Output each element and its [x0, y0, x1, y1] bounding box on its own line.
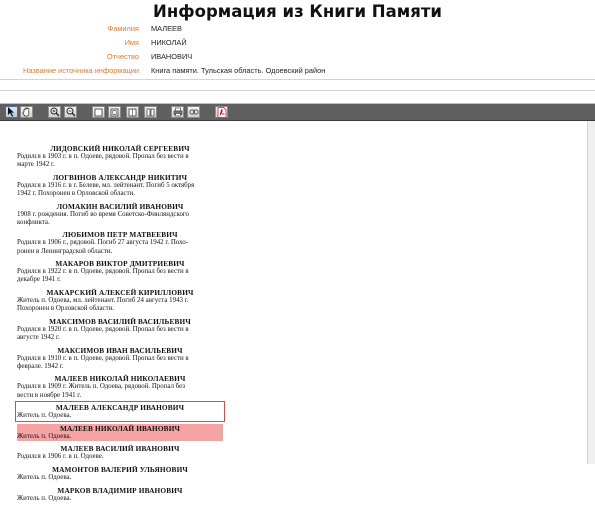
- entry-text: Житель п. Одоева.: [17, 412, 72, 420]
- zoom-out-button[interactable]: [64, 106, 77, 118]
- meta-label-surname: Фамилия: [107, 24, 139, 33]
- list-item: ЛИДОВСКИЙ НИКОЛАЙ СЕРГЕЕВИЧ Родился в 19…: [17, 144, 223, 169]
- entry-name: МАРКОВ ВЛАДИМИР ИВАНОВИЧ: [57, 485, 183, 495]
- entry-name: ЛЮБИМОВ ПЕТР МАТВЕЕВИЧ: [62, 230, 178, 240]
- entry-name: МАЛЕЕВ НИКОЛАЙ НИКОЛАЕВИЧ: [54, 374, 186, 384]
- meta-value-source: Книга памяти. Тульская область. Одоевски…: [151, 66, 326, 75]
- entry-text: Родился в 1916 г. в г. Белеве, мл. лейте…: [17, 181, 195, 197]
- vertical-scrollbar[interactable]: [587, 121, 595, 464]
- list-item: МАКСИМОВ ВАСИЛИЙ ВАСИЛЬЕВИЧ Родился в 19…: [17, 317, 223, 342]
- meta-row-source: Название источника информации Книга памя…: [0, 66, 595, 80]
- page-title: Информация из Книги Памяти: [153, 2, 442, 21]
- hand-tool-button[interactable]: [20, 106, 33, 118]
- pdf-button[interactable]: [215, 106, 228, 118]
- fit-width-icon: [110, 108, 119, 116]
- entry-text: Родился в 1910 г. в п. Одоеве, рядовой. …: [17, 354, 189, 370]
- entry-name: ЛОМАКИН ВАСИЛИЙ ИВАНОВИЧ: [56, 201, 184, 211]
- entry-name: МАКСИМОВ ИВАН ВАСИЛЬЕВИЧ: [57, 345, 183, 355]
- list-item: МАЛЕЕВ НИКОЛАЙ НИКОЛАЕВИЧ Родился в 1909…: [17, 374, 223, 399]
- single-page-button[interactable]: [92, 106, 105, 118]
- meta-row-surname: Фамилия МАЛЕЕВ: [0, 24, 595, 38]
- zoom-out-icon: [66, 107, 75, 117]
- list-item-highlighted: МАЛЕЕВ АЛЕКСАНДР ИВАНОВИЧ Житель п. Одое…: [15, 401, 225, 423]
- document-page: ЛИДОВСКИЙ НИКОЛАЙ СЕРГЕЕВИЧ Родился в 19…: [15, 144, 225, 506]
- link-button[interactable]: [187, 106, 200, 118]
- entry-name: МАКАРСКИЙ АЛЕКСЕЙ КИРИЛЛОВИЧ: [46, 287, 194, 297]
- entry-name: МАЛЕЕВ АЛЕКСАНДР ИВАНОВИЧ: [55, 403, 185, 413]
- hand-icon: [21, 107, 29, 117]
- meta-row-name: Имя НИКОЛАЙ: [0, 38, 595, 52]
- viewer-toolbar: [0, 104, 595, 121]
- zoom-in-button[interactable]: [48, 106, 61, 118]
- list-item: МАРКОВ ВЛАДИМИР ИВАНОВИЧ Житель п. Одоев…: [17, 486, 223, 503]
- link-icon: [188, 109, 199, 115]
- printer-icon: [173, 107, 182, 117]
- entry-text: Родился в 1922 г. в п. Одоеве, рядовой. …: [17, 268, 189, 284]
- two-page-icon: [128, 108, 137, 116]
- record-meta: Фамилия МАЛЕЕВ Имя НИКОЛАЙ Отчество ИВАН…: [0, 24, 595, 80]
- single-page-icon: [94, 108, 103, 116]
- list-item: МАКАРОВ ВИКТОР ДМИТРИЕВИЧ Родился в 1922…: [17, 259, 223, 284]
- select-tool-button[interactable]: [5, 106, 18, 118]
- two-page-button[interactable]: [126, 106, 139, 118]
- list-item: ЛОМАКИН ВАСИЛИЙ ИВАНОВИЧ 1908 г. рождени…: [17, 202, 223, 227]
- list-item: МАКСИМОВ ИВАН ВАСИЛЬЕВИЧ Родился в 1910 …: [17, 346, 223, 371]
- list-item: МАЛЕЕВ ВАСИЛИЙ ИВАНОВИЧ Родился в 1906 г…: [17, 444, 223, 461]
- zoom-in-icon: [50, 107, 59, 117]
- meta-label-name: Имя: [124, 38, 139, 47]
- entry-text: 1908 г. рождения. Погиб во время Советск…: [17, 210, 190, 226]
- entry-name: МАЛЕЕВ НИКОЛАЙ ИВАНОВИЧ: [59, 423, 181, 433]
- list-item: ЛЮБИМОВ ПЕТР МАТВЕЕВИЧ Родился в 1906 г.…: [17, 230, 223, 255]
- meta-value-surname: МАЛЕЕВ: [151, 24, 182, 33]
- entry-name: МАКСИМОВ ВАСИЛИЙ ВАСИЛЬЕВИЧ: [49, 316, 191, 326]
- list-item-selected: МАЛЕЕВ НИКОЛАЙ ИВАНОВИЧ Житель п. Одоева…: [17, 423, 223, 441]
- cursor-icon: [8, 107, 14, 117]
- entry-text: Житель п. Одоева.: [17, 432, 72, 440]
- list-item: ЛОГВИНОВ АЛЕКСАНДР НИКИТИЧ Родился в 191…: [17, 173, 223, 198]
- entry-text: Житель п. Одоева, мл. лейтенант. Погиб 2…: [17, 296, 189, 313]
- book-view-button[interactable]: [144, 106, 157, 118]
- meta-value-patronymic: ИВАНОВИЧ: [151, 52, 193, 61]
- meta-label-source: Название источника информации: [23, 66, 139, 75]
- entry-text: Житель п. Одоева.: [17, 494, 72, 502]
- entry-text: Родился в 1920 г. в п. Одоеве, рядовой. …: [17, 325, 189, 341]
- print-button[interactable]: [171, 106, 184, 118]
- entry-name: МАКАРОВ ВИКТОР ДМИТРИЕВИЧ: [55, 259, 185, 269]
- pdf-icon: [217, 106, 226, 118]
- fit-width-button[interactable]: [108, 106, 121, 118]
- divider-line: [0, 90, 595, 91]
- list-item: МАМОНТОВ ВАЛЕРИЙ УЛЬЯНОВИЧ Житель п. Одо…: [17, 465, 223, 482]
- entry-name: МАЛЕЕВ ВАСИЛИЙ ИВАНОВИЧ: [60, 444, 180, 454]
- entry-name: ЛИДОВСКИЙ НИКОЛАЙ СЕРГЕЕВИЧ: [50, 144, 190, 153]
- entry-text: Родился в 1903 г. в п. Одоеве, рядовой. …: [17, 153, 189, 169]
- entry-name: МАМОНТОВ ВАЛЕРИЙ УЛЬЯНОВИЧ: [52, 464, 188, 474]
- document-viewer[interactable]: ЛИДОВСКИЙ НИКОЛАЙ СЕРГЕЕВИЧ Родился в 19…: [0, 103, 595, 502]
- meta-value-name: НИКОЛАЙ: [151, 38, 187, 47]
- meta-label-patronymic: Отчество: [106, 52, 139, 61]
- list-item: МАКАРСКИЙ АЛЕКСЕЙ КИРИЛЛОВИЧ Житель п. О…: [17, 288, 223, 313]
- entry-text: Родился в 1906 г., рядовой. Погиб 27 авг…: [17, 239, 189, 255]
- entry-name: ЛОГВИНОВ АЛЕКСАНДР НИКИТИЧ: [52, 172, 188, 182]
- meta-row-patronymic: Отчество ИВАНОВИЧ: [0, 52, 595, 66]
- book-view-icon: [146, 108, 155, 116]
- divider-line: [0, 79, 595, 80]
- entry-text: Житель п. Одоева.: [17, 473, 72, 481]
- entry-text: Родился в 1909 г. Житель п. Одоева, рядо…: [17, 383, 185, 399]
- entry-text: Родился в 1906 г. в п. Одоеве.: [17, 453, 104, 461]
